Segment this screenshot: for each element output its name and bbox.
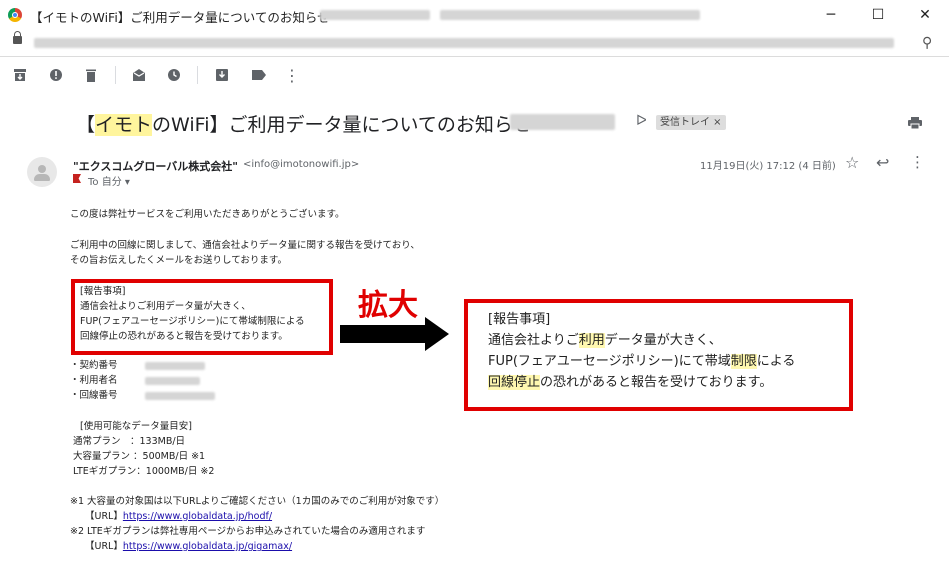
url-row-2: 【URL】https://www.globaldata.jp/gigamax/ bbox=[85, 539, 292, 554]
zoomed-report-line2: FUP(フェアユーセージポリシー)にて帯域制限による bbox=[488, 351, 795, 373]
close-button[interactable]: ✕ bbox=[902, 0, 948, 30]
url-label: 【URL】 bbox=[85, 511, 123, 522]
zoomed-highlight: 利用 bbox=[578, 333, 605, 348]
label-chip-inbox[interactable]: 受信トレイ × bbox=[656, 115, 726, 130]
star-icon[interactable]: ☆ bbox=[845, 153, 859, 172]
subject-highlight: イモト bbox=[95, 114, 153, 136]
body-intro-line1: ご利用中の回線に関しまして、通信会社よりデータ量に関する報告を受けており、 bbox=[70, 240, 420, 251]
line-number-label: ・回線番号 bbox=[70, 390, 118, 401]
plan-lte-giga: LTEギガプラン：1000MB/日 ※2 bbox=[73, 466, 215, 477]
url-row-1: 【URL】https://www.globaldata.jp/hodf/ bbox=[85, 509, 272, 524]
minimize-button[interactable]: ─ bbox=[808, 0, 854, 30]
avatar[interactable] bbox=[27, 157, 57, 187]
importance-icon bbox=[73, 174, 81, 183]
note-2: ※2 LTEギガプランは弊社専用ページからお申込みされていた場合のみ適用されます bbox=[70, 526, 426, 537]
maximize-button[interactable]: ☐ bbox=[855, 0, 901, 30]
redacted-contract-number bbox=[145, 362, 205, 370]
more-vert-icon[interactable]: ⋮ bbox=[283, 66, 301, 85]
redacted-user-name bbox=[145, 377, 200, 385]
zoom-arrow bbox=[340, 325, 428, 343]
report-line1: 通信会社よりご利用データ量が大きく、 bbox=[80, 301, 251, 312]
body-greeting: この度は弊社サービスをご利用いただきありがとうございます。 bbox=[70, 209, 345, 220]
important-marker-icon[interactable]: ᐅ bbox=[636, 113, 647, 129]
email-subject: 【イモトのWiFi】ご利用データ量についてのお知らせ bbox=[76, 110, 532, 137]
url-link-gigamax[interactable]: https://www.globaldata.jp/gigamax/ bbox=[123, 541, 292, 552]
snooze-icon[interactable] bbox=[165, 66, 183, 84]
report-spam-icon[interactable] bbox=[47, 66, 65, 84]
mark-unread-icon[interactable] bbox=[130, 66, 148, 84]
zoomed-text: FUP(フェアユーセージポリシー)にて帯域 bbox=[488, 354, 731, 369]
zoomed-text: 通信会社よりご bbox=[488, 333, 579, 348]
archive-icon[interactable] bbox=[11, 66, 29, 84]
report-line2: FUP(フェアユーセージポリシー)にて帯域制限による bbox=[80, 316, 305, 327]
user-name-label: ・利用者名 bbox=[70, 375, 118, 386]
toolbar-divider bbox=[197, 66, 198, 84]
zoomed-report-title: [報告事項] bbox=[488, 312, 551, 327]
label-icon[interactable] bbox=[250, 66, 268, 84]
zoom-icon[interactable]: ⚲ bbox=[922, 35, 932, 51]
note-1: ※1 大容量の対象国は以下URLよりご確認ください（1カ国のみでのご利用が対象で… bbox=[70, 496, 445, 507]
redacted-title bbox=[440, 10, 700, 20]
plan-large: 大容量プラン ：500MB/日 ※1 bbox=[73, 451, 206, 462]
window-title: 【イモトのWiFi】ご利用データ量についてのお知らせ bbox=[30, 10, 330, 25]
report-title: [報告事項] bbox=[80, 286, 126, 297]
report-line3: 回線停止の恐れがあると報告を受けております。 bbox=[80, 331, 288, 342]
redacted-url[interactable] bbox=[34, 38, 894, 48]
zoomed-text: による bbox=[756, 354, 796, 369]
sender-email: <info@imotonowifi.jp> bbox=[243, 159, 360, 170]
zoomed-highlight: 制限 bbox=[730, 354, 757, 369]
chrome-icon bbox=[8, 8, 22, 22]
toolbar-divider bbox=[115, 66, 116, 84]
delete-icon[interactable] bbox=[82, 66, 100, 84]
reply-icon[interactable]: ↩ bbox=[876, 153, 889, 172]
zoom-arrow-head bbox=[425, 317, 449, 351]
body-intro-line2: その旨お伝えしたくメールをお送りしております。 bbox=[70, 255, 287, 266]
recipient-details[interactable]: To 自分 ▾ bbox=[88, 173, 130, 188]
plans-title: [使用可能なデータ量目安] bbox=[80, 421, 192, 432]
redacted-title bbox=[320, 10, 430, 20]
zoomed-report-line3: 回線停止の恐れがあると報告を受けております。 bbox=[488, 372, 772, 394]
zoomed-highlight: 回線停止 bbox=[488, 375, 541, 390]
subject-rest: のWiFi】ご利用データ量についてのお知らせ bbox=[152, 114, 532, 136]
more-options-icon[interactable]: ⋮ bbox=[910, 153, 925, 171]
zoom-label: 拡大 bbox=[358, 288, 418, 323]
move-to-icon[interactable] bbox=[213, 66, 231, 84]
email-date: 11月19日(火) 17:12 (4 日前) bbox=[700, 161, 836, 172]
zoomed-report-line1: 通信会社よりご利用データ量が大きく、 bbox=[488, 330, 722, 352]
redacted-line-number bbox=[145, 392, 215, 400]
contract-number-label: ・契約番号 bbox=[70, 360, 118, 371]
lock-icon[interactable] bbox=[13, 31, 22, 44]
zoomed-text: の恐れがあると報告を受けております。 bbox=[540, 375, 773, 390]
url-label: 【URL】 bbox=[85, 541, 123, 552]
print-icon[interactable] bbox=[908, 114, 922, 130]
subject-prefix: 【 bbox=[76, 114, 96, 136]
url-link-hodf[interactable]: https://www.globaldata.jp/hodf/ bbox=[123, 511, 272, 522]
redacted-subject bbox=[510, 114, 615, 130]
zoomed-text: データ量が大きく、 bbox=[604, 333, 722, 348]
sender-name[interactable]: "エクスコムグローバル株式会社" bbox=[73, 158, 238, 174]
plan-normal: 通常プラン ：133MB/日 bbox=[73, 436, 186, 447]
